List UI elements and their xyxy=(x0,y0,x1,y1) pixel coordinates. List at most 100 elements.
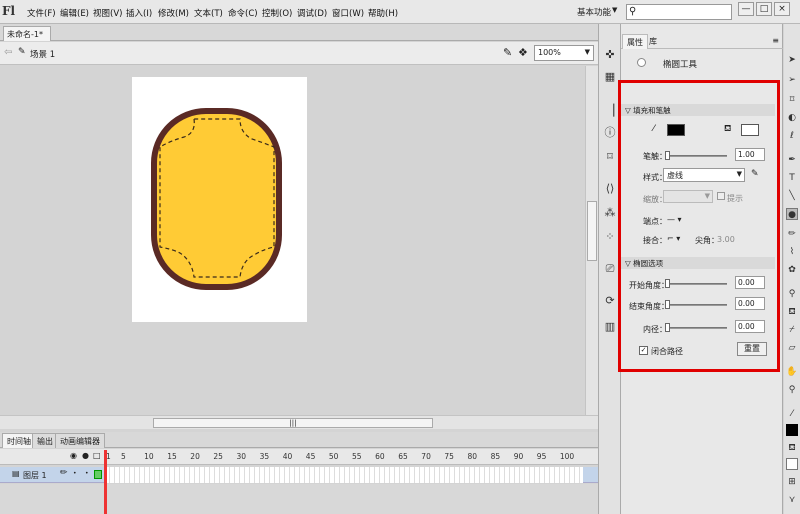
frame-number[interactable]: 50 xyxy=(329,452,339,461)
menu-control[interactable]: 控制(O) xyxy=(262,7,292,19)
outline-icon[interactable]: □ xyxy=(93,451,101,460)
layer-outline-swatch[interactable] xyxy=(94,470,102,479)
frame-number[interactable]: 100 xyxy=(560,452,574,461)
workspace-switcher[interactable]: 基本功能 xyxy=(577,6,611,18)
projector-icon[interactable]: ⎚ xyxy=(603,262,617,276)
free-transform-icon[interactable]: ⌑ xyxy=(786,94,798,106)
code-icon[interactable]: ⟨⟩ xyxy=(603,182,617,196)
search-input[interactable]: ⚲ xyxy=(626,4,732,20)
menu-file[interactable]: 文件(F) xyxy=(27,7,56,19)
components-icon[interactable]: ⁂ xyxy=(603,206,617,220)
maximize-button[interactable]: □ xyxy=(756,2,772,16)
oval-tool-icon[interactable]: ● xyxy=(786,208,798,220)
flash-logo: Fl xyxy=(2,4,16,18)
fill-color-swatch[interactable] xyxy=(786,458,798,470)
eraser-icon[interactable]: ▱ xyxy=(786,342,798,354)
playhead[interactable] xyxy=(104,450,107,514)
frame-number[interactable]: 80 xyxy=(468,452,478,461)
frame-number[interactable]: 30 xyxy=(237,452,247,461)
pencil-icon[interactable]: ✏ xyxy=(60,468,68,478)
selection-tool-icon[interactable]: ➤ xyxy=(786,54,798,66)
frame-number[interactable]: 95 xyxy=(537,452,547,461)
transform-icon[interactable]: ⌑ xyxy=(603,150,617,164)
horizontal-scroll-thumb[interactable]: ||| xyxy=(153,418,433,428)
tab-library[interactable]: 库 xyxy=(645,34,661,49)
swatches-icon[interactable]: ▦ xyxy=(603,70,617,84)
frame-number[interactable]: 45 xyxy=(306,452,316,461)
frame-number[interactable]: 85 xyxy=(491,452,501,461)
pencil-tool-icon[interactable]: ✏ xyxy=(786,228,798,240)
frame-number[interactable]: 35 xyxy=(260,452,270,461)
paint-icon[interactable]: ✜ xyxy=(603,48,617,62)
stage[interactable] xyxy=(132,77,307,322)
rounded-shape[interactable] xyxy=(132,77,307,322)
tab-timeline[interactable]: 时间轴 xyxy=(2,433,36,448)
frame-number[interactable]: 60 xyxy=(375,452,385,461)
back-arrow-icon[interactable]: ⇦ xyxy=(4,47,12,58)
pen-tool-icon[interactable]: ✒ xyxy=(786,154,798,166)
frame-number[interactable]: 10 xyxy=(144,452,154,461)
close-window-button[interactable]: × xyxy=(774,2,790,16)
frame-number[interactable]: 65 xyxy=(398,452,408,461)
chevron-down-icon[interactable]: ▼ xyxy=(612,6,617,14)
info-icon[interactable]: ⓘ xyxy=(603,126,617,140)
lock-icon[interactable]: ● xyxy=(82,451,89,460)
motion-presets-icon[interactable]: ⁘ xyxy=(603,230,617,244)
frame-number[interactable]: 5 xyxy=(121,452,126,461)
3d-rotation-icon[interactable]: ◐ xyxy=(786,112,798,124)
frame-number[interactable]: 20 xyxy=(190,452,200,461)
frame-number[interactable]: 55 xyxy=(352,452,362,461)
menu-help[interactable]: 帮助(H) xyxy=(368,7,398,19)
menu-text[interactable]: 文本(T) xyxy=(194,7,223,19)
tab-motion-editor[interactable]: 动画编辑器 xyxy=(55,433,105,448)
frame-number[interactable]: 70 xyxy=(421,452,431,461)
menu-insert[interactable]: 插入(I) xyxy=(126,7,152,19)
stroke-color-icon[interactable]: ⁄ xyxy=(786,408,798,420)
document-tab-title: 未命名-1* xyxy=(7,30,43,39)
vertical-scrollbar[interactable] xyxy=(585,66,598,415)
horizontal-scrollbar[interactable]: ||| xyxy=(0,415,598,429)
minimize-button[interactable]: — xyxy=(738,2,754,16)
bone-tool-icon[interactable]: ⚲ xyxy=(786,288,798,300)
edit-scene-icon[interactable]: ✎ xyxy=(503,46,512,59)
dot-icon[interactable]: • xyxy=(73,470,77,477)
hand-tool-icon[interactable]: ✋ xyxy=(786,366,798,378)
line-tool-icon[interactable]: ╲ xyxy=(786,190,798,202)
menu-edit[interactable]: 编辑(E) xyxy=(60,7,89,19)
deco-tool-icon[interactable]: ✿ xyxy=(786,264,798,276)
fill-color-icon[interactable]: ⛾ xyxy=(786,442,798,454)
dot-icon[interactable]: • xyxy=(85,470,89,477)
menu-commands[interactable]: 命令(C) xyxy=(228,7,258,19)
smooth-icon[interactable]: ⋎ xyxy=(786,494,798,506)
brush-tool-icon[interactable]: ⌇ xyxy=(786,246,798,258)
frame-number[interactable]: 75 xyxy=(444,452,454,461)
zoom-select[interactable]: 100% ▼ xyxy=(534,45,594,61)
library-icon[interactable]: ▥ xyxy=(603,320,617,334)
frame-number[interactable]: 25 xyxy=(213,452,223,461)
frame-number[interactable]: 40 xyxy=(283,452,293,461)
align-icon[interactable]: ▕ xyxy=(603,104,617,118)
menu-debug[interactable]: 调试(D) xyxy=(297,7,327,19)
eyedropper-icon[interactable]: ⌿ xyxy=(786,324,798,336)
lasso-icon[interactable]: ℓ xyxy=(786,130,798,142)
layer-name[interactable]: 图层 1 xyxy=(23,470,47,481)
document-tab[interactable]: 未命名-1* × xyxy=(3,26,51,49)
paint-bucket-icon[interactable]: ⛾ xyxy=(786,306,798,318)
history-icon[interactable]: ⟳ xyxy=(603,294,617,308)
menu-view[interactable]: 视图(V) xyxy=(93,7,122,19)
snap-icon[interactable]: ⊞ xyxy=(786,476,798,488)
edit-symbol-icon[interactable]: ❖ xyxy=(518,46,528,59)
menu-window[interactable]: 窗口(W) xyxy=(332,7,364,19)
layer-frames[interactable] xyxy=(105,467,583,483)
chevron-down-icon: ▼ xyxy=(584,48,590,56)
menu-modify[interactable]: 修改(M) xyxy=(158,7,189,19)
frame-number[interactable]: 90 xyxy=(514,452,524,461)
frame-number[interactable]: 15 xyxy=(167,452,177,461)
subselection-tool-icon[interactable]: ➢ xyxy=(786,74,798,86)
eye-icon[interactable]: ◉ xyxy=(70,451,77,460)
vertical-scroll-thumb[interactable] xyxy=(587,201,597,261)
panel-menu-icon[interactable]: ≡ xyxy=(772,36,779,45)
text-tool-icon[interactable]: T xyxy=(786,172,798,184)
stroke-color-swatch[interactable] xyxy=(786,424,798,436)
zoom-tool-icon[interactable]: ⚲ xyxy=(786,384,798,396)
